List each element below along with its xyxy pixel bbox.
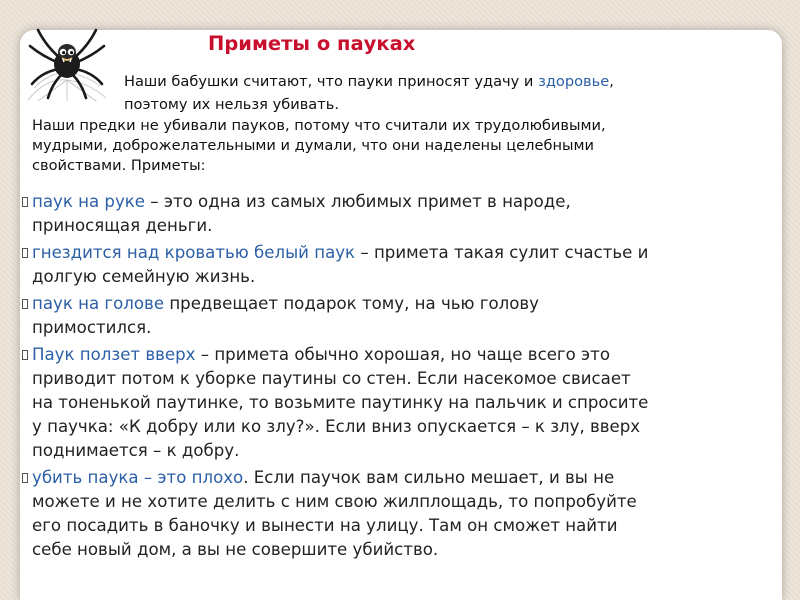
paragraph-line: Наши предки не убивали пауков, потому чт…: [32, 117, 606, 134]
list-item: паук на руке – это одна из самых любимых…: [20, 190, 780, 238]
bullet-icon: [22, 248, 28, 258]
omen-text: – примета обычно хорошая, но чаще всего …: [195, 345, 610, 364]
omen-text: у паучка: «К добру или ко злу?». Если вн…: [32, 417, 641, 436]
paragraph-line: мудрыми, доброжелательными и думали, что…: [32, 137, 595, 154]
omen-text: приносящая деньги.: [32, 216, 213, 235]
omen-text: . Если паучок вам сильно мешает, и вы не: [243, 468, 615, 487]
omens-list: паук на руке – это одна из самых любимых…: [20, 190, 780, 565]
list-item: убить паука – это плохо. Если паучок вам…: [20, 466, 780, 562]
omen-text: поднимается – к добру.: [32, 441, 240, 460]
omen-text: – примета такая сулит счастье и: [355, 243, 649, 262]
intro-text: Наши бабушки считают, что пауки приносят…: [124, 70, 614, 116]
list-item: Паук ползет вверх – примета обычно хорош…: [20, 343, 780, 463]
bullet-icon: [22, 473, 28, 483]
omen-highlight: гнездится над кроватью белый паук: [32, 243, 356, 262]
list-item: гнездится над кроватью белый паук – прим…: [20, 241, 780, 289]
bullet-icon: [22, 350, 28, 360]
omen-text: долгую семейную жизнь.: [32, 267, 256, 286]
paragraph-line: свойствами. Приметы:: [32, 157, 206, 174]
spider-icon: [27, 28, 107, 102]
bullet-icon: [22, 299, 28, 309]
omen-highlight: паук на голове: [32, 294, 165, 313]
omen-highlight: убить паука – это плохо: [32, 468, 244, 487]
page-title: Приметы о пауках: [208, 32, 416, 55]
omen-text: себе новый дом, а вы не совершите убийст…: [32, 540, 439, 559]
intro-line: Наши бабушки считают, что пауки приносят…: [124, 70, 614, 93]
intro-text-rest: ,: [609, 73, 614, 90]
omen-text: на тоненькой паутинке, то возьмите паути…: [32, 393, 649, 412]
intro-paragraph: Наши предки не убивали пауков, потому чт…: [32, 116, 606, 176]
omen-highlight: Паук ползет вверх: [32, 345, 196, 364]
intro-text-highlight: здоровье: [538, 73, 610, 90]
omen-text: приводит потом к уборке паутины со стен.…: [32, 369, 631, 388]
omen-text: предвещает подарок тому, на чью голову: [164, 294, 540, 313]
omen-text: – это одна из самых любимых примет в нар…: [145, 192, 571, 211]
intro-line: поэтому их нельзя убивать.: [124, 96, 339, 113]
omen-text: его посадить в баночку и вынести на улиц…: [32, 516, 618, 535]
bullet-icon: [22, 197, 28, 207]
omen-text: можете и не хотите делить с ним свою жил…: [32, 492, 637, 511]
list-item: паук на голове предвещает подарок тому, …: [20, 292, 780, 340]
omen-highlight: паук на руке: [32, 192, 146, 211]
omen-text: примостился.: [32, 318, 152, 337]
intro-text-plain: Наши бабушки считают, что пауки приносят…: [124, 73, 539, 90]
